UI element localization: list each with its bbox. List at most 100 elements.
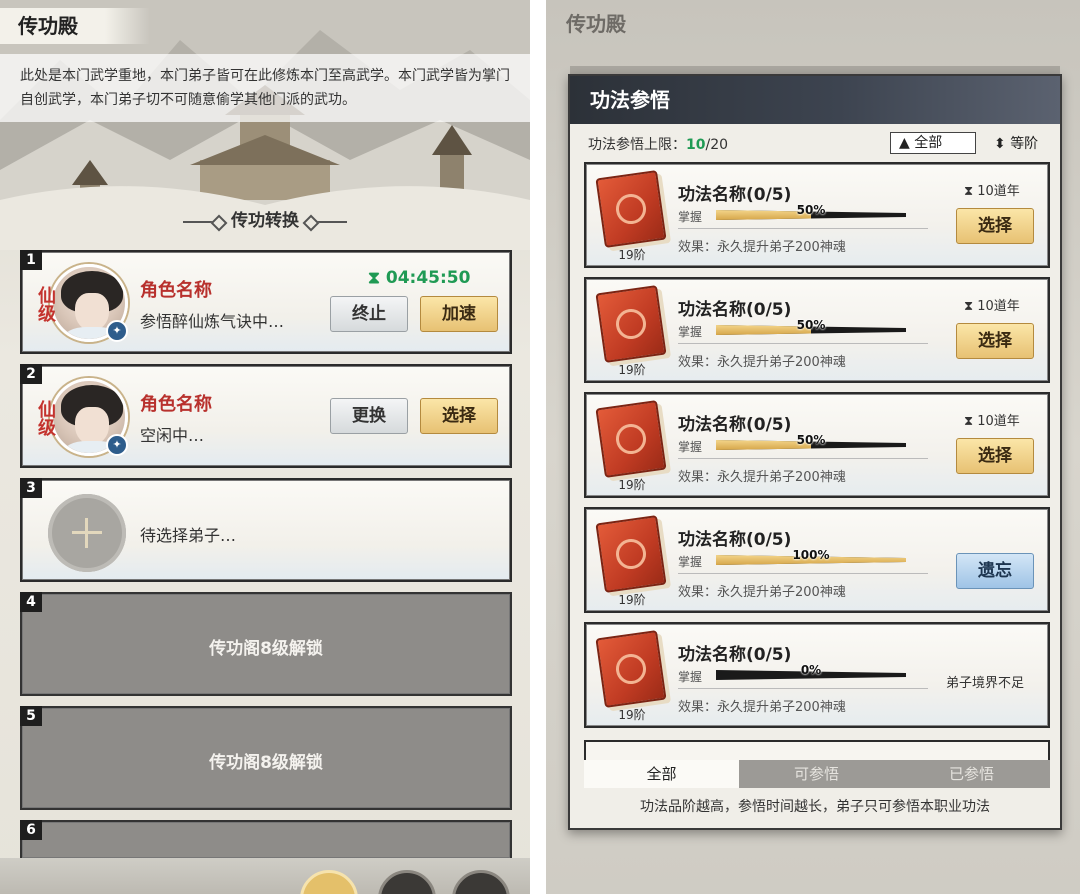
- duration-value: 10道年: [977, 299, 1020, 314]
- duration-value: 10道年: [977, 184, 1020, 199]
- duration: ⧗ 10道年: [964, 410, 1020, 429]
- add-disciple-plus-icon[interactable]: [48, 494, 126, 572]
- disciple-status: 空闲中…: [140, 426, 205, 445]
- tab-comprehended[interactable]: 已参悟: [894, 760, 1049, 788]
- skill-book-icon: [595, 400, 667, 478]
- skill-card-2[interactable]: 19阶 功法名称(0/5) 掌握 50% 效果：永久提升弟子200神魂 ⧗ 10…: [584, 277, 1050, 383]
- section-title: 传功转换: [0, 206, 530, 231]
- skill-book-icon: [595, 630, 667, 708]
- forget-button[interactable]: 遗忘: [956, 553, 1034, 589]
- hourglass-icon: ⧗: [964, 184, 978, 199]
- hall-intro-text: 此处是本门武学重地，本门弟子皆可在此修炼本门至高武学。本门武学皆为掌门自创武学，…: [0, 54, 530, 122]
- skill-card-3[interactable]: 19阶 功法名称(0/5) 掌握 50% 效果：永久提升弟子200神魂 ⧗ 10…: [584, 392, 1050, 498]
- mastery-percent: 50%: [796, 433, 826, 447]
- sort-by-tier-button[interactable]: ⬍ 等阶: [994, 133, 1038, 153]
- class-badge-icon: ✦: [106, 320, 128, 342]
- unlock-requirement: 传功阁8级解锁: [209, 753, 323, 773]
- background-page-title: 传功殿: [566, 12, 626, 36]
- speed-up-button[interactable]: 加速: [420, 296, 498, 332]
- mastery-label: 掌握: [678, 440, 703, 454]
- skill-comprehension-dialog: 功法参悟 功法参悟上限：10/20 ▲ 全部 ⬍ 等阶 19阶 功法名称(0/5…: [568, 74, 1062, 830]
- page-title: 传功殿: [0, 8, 150, 44]
- timer-value: 04:45:50: [385, 268, 471, 288]
- replace-button[interactable]: 更换: [330, 398, 408, 434]
- left-screen: 传功殿 此处是本门武学重地，本门弟子皆可在此修炼本门至高武学。本门武学皆为掌门自…: [0, 0, 530, 894]
- slot-number: 1: [20, 250, 42, 270]
- duration: ⧗ 10道年: [964, 180, 1020, 199]
- sort-arrows-icon: ⬍: [994, 136, 1011, 152]
- mastery-label: 掌握: [678, 325, 703, 339]
- hourglass-icon: ⧗: [368, 268, 386, 288]
- skill-effect: 效果：永久提升弟子200神魂: [678, 470, 846, 485]
- section-title-text: 传功转换: [231, 211, 299, 231]
- skill-effect: 效果：永久提升弟子200神魂: [678, 700, 846, 715]
- slot-number: 5: [20, 706, 42, 726]
- ornament-right-icon: [309, 220, 347, 223]
- mastery-label: 掌握: [678, 210, 703, 224]
- right-screen: 传功殿 功法参悟 功法参悟上限：10/20 ▲ 全部 ⬍ 等阶 19阶 功法名称…: [546, 0, 1080, 894]
- skill-card-5[interactable]: 19阶 功法名称(0/5) 掌握 0% 效果：永久提升弟子200神魂 弟子境界不…: [584, 622, 1050, 728]
- empty-slot-status: 待选择弟子…: [140, 526, 237, 545]
- slot-number: 6: [20, 820, 42, 840]
- filter-dropdown[interactable]: ▲ 全部: [890, 132, 976, 154]
- tab-all[interactable]: 全部: [584, 760, 739, 788]
- skill-name: 功法名称(0/5): [678, 300, 792, 320]
- hourglass-icon: ⧗: [964, 299, 978, 314]
- unlock-requirement: 传功阁8级解锁: [209, 639, 323, 659]
- skill-tier: 19阶: [618, 363, 646, 377]
- footer-hint: 功法品阶越高，参悟时间越长，弟子只可参悟本职业功法: [640, 799, 990, 815]
- disciple-slot-2[interactable]: 2 仙级 ✦ 角色名称 空闲中… 更换 选择: [20, 364, 512, 468]
- skill-book-icon: [595, 515, 667, 593]
- ornament-left-icon: [183, 220, 221, 223]
- tab-available[interactable]: 可参悟: [739, 760, 894, 788]
- mastery-percent: 100%: [792, 548, 830, 562]
- skill-effect: 效果：永久提升弟子200神魂: [678, 355, 846, 370]
- stop-button[interactable]: 终止: [330, 296, 408, 332]
- skill-tier: 19阶: [618, 248, 646, 262]
- select-skill-button[interactable]: 选择: [420, 398, 498, 434]
- locked-slot-6: 6: [20, 820, 512, 860]
- skill-tier: 19阶: [618, 478, 646, 492]
- skill-name: 功法名称(0/5): [678, 530, 792, 550]
- mastery-percent: 50%: [796, 203, 826, 217]
- skill-effect: 效果：永久提升弟子200神魂: [678, 240, 846, 255]
- mastery-percent: 50%: [796, 318, 826, 332]
- disciple-slot-3[interactable]: 3 待选择弟子…: [20, 478, 512, 582]
- rank-seal: 仙级: [38, 286, 56, 325]
- locked-slot-5: 5 传功阁8级解锁: [20, 706, 512, 810]
- slot-number: 2: [20, 364, 42, 384]
- hourglass-icon: ⧗: [964, 414, 978, 429]
- duration-value: 10道年: [977, 414, 1020, 429]
- disciple-status: 参悟醉仙炼气诀中…: [140, 312, 285, 331]
- bottom-nav-bar: [0, 858, 530, 894]
- comprehension-limit: 功法参悟上限：10/20: [588, 134, 728, 154]
- limit-max: /20: [705, 137, 729, 153]
- skill-book-icon: [595, 285, 667, 363]
- locked-slot-4: 4 传功阁8级解锁: [20, 592, 512, 696]
- slot-number: 3: [20, 478, 42, 498]
- disciple-name: 角色名称: [140, 394, 212, 415]
- background-divider: [570, 66, 1060, 74]
- slot-number: 4: [20, 592, 42, 612]
- duration: ⧗ 10道年: [964, 295, 1020, 314]
- select-button[interactable]: 选择: [956, 323, 1034, 359]
- mastery-percent: 0%: [800, 663, 822, 677]
- disciple-name: 角色名称: [140, 280, 212, 301]
- skill-tier: 19阶: [618, 708, 646, 722]
- mastery-label: 掌握: [678, 555, 703, 569]
- skill-card-1[interactable]: 19阶 功法名称(0/5) 掌握 50% 效果：永久提升弟子200神魂 ⧗ 10…: [584, 162, 1050, 268]
- filter-tabs: 全部 可参悟 已参悟: [584, 760, 1050, 788]
- requirement-note: 弟子境界不足: [946, 676, 1025, 691]
- rank-seal: 仙级: [38, 400, 56, 439]
- countdown-timer: ⧗ 04:45:50: [368, 268, 470, 288]
- select-button[interactable]: 选择: [956, 438, 1034, 474]
- limit-label: 功法参悟上限：: [588, 137, 686, 153]
- skill-card-4[interactable]: 19阶 功法名称(0/5) 掌握 100% 效果：永久提升弟子200神魂 遗忘: [584, 507, 1050, 613]
- sort-label: 等阶: [1010, 136, 1039, 152]
- limit-current: 10: [686, 137, 706, 153]
- skill-name: 功法名称(0/5): [678, 415, 792, 435]
- mastery-label: 掌握: [678, 670, 703, 684]
- skill-card-6-partial: [584, 740, 1050, 760]
- select-button[interactable]: 选择: [956, 208, 1034, 244]
- disciple-slot-1[interactable]: 1 仙级 ✦ 角色名称 参悟醉仙炼气诀中… ⧗ 04:45:50 终止 加速: [20, 250, 512, 354]
